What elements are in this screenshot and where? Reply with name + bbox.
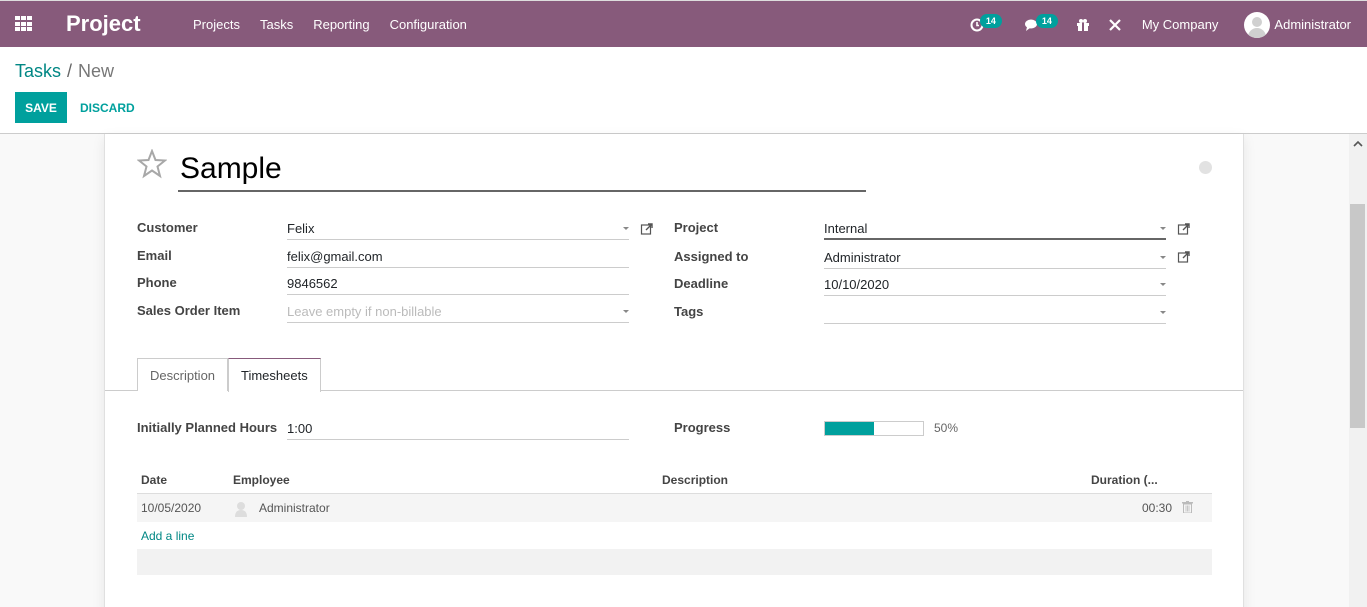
dropdown-caret-icon[interactable] <box>1160 283 1166 286</box>
gift-menu[interactable] <box>1076 18 1090 32</box>
user-name: Administrator <box>1274 17 1351 32</box>
phone-label: Phone <box>137 275 177 290</box>
messages-count-badge: 14 <box>1035 13 1058 28</box>
tab-description[interactable]: Description <box>137 358 229 391</box>
user-avatar <box>1244 11 1271 38</box>
column-description[interactable]: Description <box>662 473 728 487</box>
email-field[interactable]: felix@gmail.com <box>287 246 629 268</box>
control-panel: Tasks / New SAVE DISCARD <box>0 47 1367 134</box>
dropdown-caret-icon[interactable] <box>623 310 629 313</box>
dropdown-caret-icon[interactable] <box>623 227 629 230</box>
column-date[interactable]: Date <box>141 473 167 487</box>
sales-order-item-label: Sales Order Item <box>137 303 241 318</box>
customer-label: Customer <box>137 220 198 235</box>
project-field[interactable]: Internal <box>824 218 1166 240</box>
deadline-label: Deadline <box>674 276 729 291</box>
planned-hours-value: 1:00 <box>287 421 313 436</box>
external-link-icon[interactable] <box>1177 222 1191 236</box>
assigned-to-label: Assigned to <box>674 249 749 264</box>
phone-value: 9846562 <box>287 276 338 291</box>
activity-count-badge: 14 <box>979 13 1002 28</box>
company-switcher[interactable]: My Company <box>1142 17 1219 32</box>
tags-label: Tags <box>674 304 704 319</box>
systray: 14 14 My Company Administrator <box>970 1 1351 48</box>
progress-bar <box>824 421 924 436</box>
task-title-input[interactable] <box>178 148 866 192</box>
email-label: Email <box>137 248 172 263</box>
user-menu[interactable]: Administrator <box>1244 11 1351 38</box>
phone-field[interactable]: 9846562 <box>287 273 629 295</box>
project-value: Internal <box>824 221 868 236</box>
vertical-scrollbar[interactable] <box>1349 134 1367 607</box>
top-navbar: Project Projects Tasks Reporting Configu… <box>0 0 1367 47</box>
menu-reporting[interactable]: Reporting <box>313 17 369 32</box>
add-a-line-link[interactable]: Add a line <box>141 529 194 543</box>
row-employee: Administrator <box>259 501 330 515</box>
planned-hours-label: Initially Planned Hours <box>137 420 278 435</box>
dropdown-caret-icon[interactable] <box>1160 227 1166 230</box>
breadcrumb-separator: / <box>67 61 73 81</box>
row-duration: 00:30 <box>1142 501 1173 515</box>
discard-button[interactable]: DISCARD <box>74 92 141 123</box>
notebook-tabs: Description Timesheets <box>105 358 1243 392</box>
app-title: Project <box>66 11 141 36</box>
table-row[interactable]: 10/05/2020 Administrator 00:30 <box>137 494 1212 522</box>
debug-tools-menu[interactable] <box>1108 18 1122 32</box>
scroll-up-arrow-icon[interactable] <box>1353 140 1363 148</box>
planned-hours-field[interactable]: 1:00 <box>287 418 629 440</box>
activity-menu[interactable]: 14 <box>970 13 1002 32</box>
tab-timesheets[interactable]: Timesheets <box>228 358 321 392</box>
customer-field[interactable]: Felix <box>287 218 629 240</box>
column-employee[interactable]: Employee <box>233 473 290 487</box>
apps-menu-icon[interactable] <box>15 16 33 32</box>
delete-row-icon[interactable] <box>1182 501 1193 513</box>
timesheet-table-header: Date Employee Description Duration (... <box>137 467 1212 494</box>
breadcrumb-current: New <box>78 61 115 81</box>
progress-percent: 50% <box>934 421 959 435</box>
assigned-to-value: Administrator <box>824 250 901 265</box>
tools-icon <box>1109 18 1121 31</box>
dropdown-caret-icon[interactable] <box>1160 256 1166 259</box>
breadcrumb: Tasks / New <box>15 61 114 82</box>
sales-order-item-placeholder: Leave empty if non-billable <box>287 304 442 319</box>
scrollbar-thumb[interactable] <box>1350 204 1365 428</box>
external-link-icon[interactable] <box>1177 250 1191 264</box>
assigned-to-field[interactable]: Administrator <box>824 247 1166 269</box>
messaging-menu[interactable]: 14 <box>1024 13 1058 32</box>
menu-configuration[interactable]: Configuration <box>390 17 467 32</box>
deadline-field[interactable]: 10/10/2020 <box>824 274 1166 296</box>
gift-icon <box>1076 18 1089 31</box>
menu-projects[interactable]: Projects <box>193 17 240 32</box>
deadline-value: 10/10/2020 <box>824 277 890 292</box>
progress-bar-fill <box>825 422 874 435</box>
external-link-icon[interactable] <box>640 222 654 236</box>
sales-order-item-field[interactable]: Leave empty if non-billable <box>287 301 629 323</box>
menu-tasks[interactable]: Tasks <box>260 17 293 32</box>
tags-field[interactable] <box>824 302 1166 324</box>
kanban-state-icon[interactable] <box>1199 161 1212 174</box>
form-sheet: Customer Felix Email felix@gmail.com Pho… <box>104 134 1244 607</box>
project-label: Project <box>674 220 719 235</box>
column-duration[interactable]: Duration (... <box>1091 473 1158 487</box>
row-date: 10/05/2020 <box>141 501 202 515</box>
save-button[interactable]: SAVE <box>15 92 67 123</box>
progress-label: Progress <box>674 420 731 435</box>
main-menu: Projects Tasks Reporting Configuration <box>193 17 467 32</box>
dropdown-caret-icon[interactable] <box>1160 311 1166 314</box>
customer-value: Felix <box>287 221 315 236</box>
breadcrumb-tasks[interactable]: Tasks <box>15 61 61 81</box>
priority-star-icon[interactable] <box>137 149 167 179</box>
employee-avatar-icon <box>235 502 247 517</box>
timesheet-table-footer <box>137 549 1212 575</box>
email-value: felix@gmail.com <box>287 249 383 264</box>
